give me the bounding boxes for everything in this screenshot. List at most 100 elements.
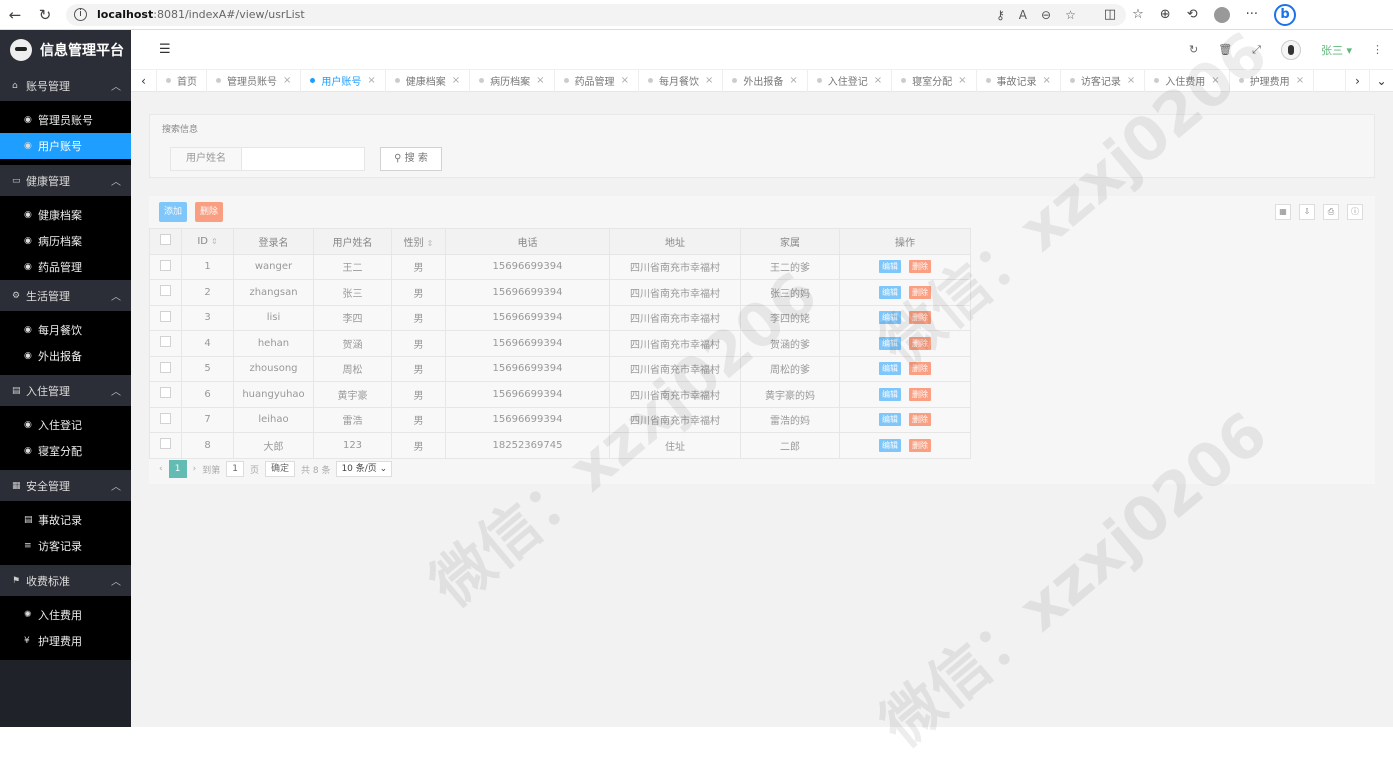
collections-icon[interactable]: ⊕: [1160, 7, 1171, 22]
search-button[interactable]: ⚲ 搜 索: [380, 147, 442, 171]
close-tab-icon[interactable]: ×: [874, 75, 882, 86]
col-gender[interactable]: 性别 ⇕: [391, 228, 446, 255]
menu-toggle-icon[interactable]: ☰: [159, 42, 171, 57]
tab-4[interactable]: 病历档案 ×: [470, 69, 555, 92]
close-tab-icon[interactable]: ×: [367, 75, 375, 86]
sidebar-item-accidents[interactable]: ▤ 事故记录: [0, 507, 131, 533]
row-delete-button[interactable]: 删除: [909, 311, 931, 325]
close-tab-icon[interactable]: ×: [452, 75, 460, 86]
row-checkbox[interactable]: [149, 304, 182, 331]
row-delete-button[interactable]: 删除: [909, 285, 931, 299]
page-size-select[interactable]: 10 条/页 ⌄: [336, 461, 393, 477]
more-icon[interactable]: ···: [1246, 7, 1258, 22]
edit-button[interactable]: 编辑: [879, 285, 901, 299]
add-button[interactable]: 添加: [159, 202, 187, 222]
row-checkbox[interactable]: [149, 330, 182, 357]
zoom-icon[interactable]: ⊖: [1041, 8, 1051, 22]
close-tab-icon[interactable]: ×: [1127, 75, 1135, 86]
sidebar-item-visitors[interactable]: ≡ 访客记录: [0, 533, 131, 559]
sidebar-item-medical-records[interactable]: ◉ 病历档案: [0, 228, 131, 254]
row-checkbox[interactable]: [149, 381, 182, 408]
username-search-input[interactable]: [241, 147, 365, 171]
info-icon[interactable]: ⓘ: [1347, 204, 1363, 220]
close-tab-icon[interactable]: ×: [536, 75, 544, 86]
sidebar-item-outing[interactable]: ◉ 外出报备: [0, 343, 131, 369]
tabs-prev-icon[interactable]: ‹: [131, 69, 157, 92]
sidebar-item-checkin-register[interactable]: ◉ 入住登记: [0, 412, 131, 438]
sidebar-group-life[interactable]: ⚙ 生活管理 ︿: [0, 280, 131, 311]
row-delete-button[interactable]: 删除: [909, 413, 931, 427]
sidebar-group-safety[interactable]: ▦ 安全管理 ︿: [0, 470, 131, 501]
tab-8[interactable]: 入住登记 ×: [808, 69, 893, 92]
sidebar-item-health-records[interactable]: ◉ 健康档案: [0, 202, 131, 228]
sidebar-item-checkin-fee[interactable]: ✺ 入住费用: [0, 602, 131, 628]
delete-button[interactable]: 删除: [195, 202, 223, 222]
edit-button[interactable]: 编辑: [879, 413, 901, 427]
close-tab-icon[interactable]: ×: [1211, 75, 1219, 86]
edit-button[interactable]: 编辑: [879, 311, 901, 325]
close-tab-icon[interactable]: ×: [789, 75, 797, 86]
favorite-icon[interactable]: ☆: [1065, 8, 1076, 22]
close-tab-icon[interactable]: ×: [283, 75, 291, 86]
goto-page-input[interactable]: 1: [226, 461, 244, 477]
tab-11[interactable]: 访客记录 ×: [1061, 69, 1146, 92]
tab-12[interactable]: 入住费用 ×: [1145, 69, 1230, 92]
close-tab-icon[interactable]: ×: [705, 75, 713, 86]
tab-2[interactable]: 用户账号 ×: [301, 69, 386, 92]
sidebar-item-user-accounts[interactable]: ◉ 用户账号: [0, 133, 131, 159]
more-vertical-icon[interactable]: ⋮: [1372, 43, 1383, 56]
col-id[interactable]: ID ⇕: [181, 228, 234, 255]
tab-0[interactable]: 首页: [157, 69, 207, 92]
page-1-button[interactable]: 1: [168, 460, 187, 478]
row-delete-button[interactable]: 删除: [909, 438, 931, 452]
site-info-icon[interactable]: i: [74, 8, 87, 21]
export-icon[interactable]: ⇩: [1299, 204, 1315, 220]
row-checkbox[interactable]: [149, 406, 182, 433]
prev-page-icon[interactable]: ‹: [159, 464, 163, 474]
edit-button[interactable]: 编辑: [879, 336, 901, 350]
row-checkbox[interactable]: [149, 355, 182, 382]
reload-icon[interactable]: ↻: [30, 6, 60, 24]
row-checkbox[interactable]: [149, 279, 182, 306]
sidebar-item-care-fee[interactable]: ¥ 护理费用: [0, 628, 131, 654]
favorites-icon[interactable]: ☆: [1132, 7, 1144, 22]
sidebar-group-checkin[interactable]: ▤ 入住管理 ︿: [0, 375, 131, 406]
trash-icon[interactable]: 🗑: [1218, 43, 1232, 56]
tab-6[interactable]: 每月餐饮 ×: [639, 69, 724, 92]
sidebar-group-health[interactable]: ▭ 健康管理 ︿: [0, 165, 131, 196]
bing-icon[interactable]: b: [1274, 3, 1297, 26]
key-icon[interactable]: ⚷: [996, 8, 1005, 22]
tab-10[interactable]: 事故记录 ×: [977, 69, 1061, 92]
sidebar-item-admin-accounts[interactable]: ◉ 管理员账号: [0, 107, 131, 133]
refresh-icon[interactable]: ↻: [1189, 43, 1198, 56]
goto-confirm-button[interactable]: 确定: [264, 461, 295, 477]
tab-7[interactable]: 外出报备 ×: [723, 69, 808, 92]
back-icon[interactable]: ←: [0, 6, 30, 24]
tab-3[interactable]: 健康档案 ×: [386, 69, 471, 92]
profile-icon[interactable]: [1213, 6, 1230, 23]
close-tab-icon[interactable]: ×: [1043, 75, 1051, 86]
tabs-next-icon[interactable]: ›: [1345, 69, 1369, 92]
row-delete-button[interactable]: 删除: [909, 336, 931, 350]
row-checkbox[interactable]: [149, 253, 182, 280]
sidebar-item-medicine[interactable]: ◉ 药品管理: [0, 254, 131, 280]
split-screen-icon[interactable]: ◫: [1104, 7, 1116, 22]
tab-1[interactable]: 管理员账号 ×: [207, 69, 302, 92]
history-icon[interactable]: ⟲: [1187, 7, 1198, 22]
tabs-menu-chevron-icon[interactable]: ⌄: [1369, 69, 1393, 92]
edit-button[interactable]: 编辑: [879, 260, 901, 274]
edit-button[interactable]: 编辑: [879, 362, 901, 376]
sidebar-group-fees[interactable]: ⚑ 收费标准 ︿: [0, 565, 131, 596]
close-tab-icon[interactable]: ×: [958, 75, 966, 86]
user-menu[interactable]: 张三 ▾: [1321, 42, 1352, 58]
edit-button[interactable]: 编辑: [879, 387, 901, 401]
next-page-icon[interactable]: ›: [193, 464, 197, 474]
select-all-checkbox[interactable]: [149, 228, 182, 255]
address-bar[interactable]: i localhost:8081/indexA#/view/usrList: [66, 3, 1126, 26]
close-tab-icon[interactable]: ×: [1296, 75, 1304, 86]
row-delete-button[interactable]: 删除: [909, 387, 931, 401]
fullscreen-icon[interactable]: ⤢: [1252, 43, 1261, 57]
sidebar-item-dorm-assign[interactable]: ◉ 寝室分配: [0, 438, 131, 464]
avatar[interactable]: [1280, 39, 1301, 60]
tab-5[interactable]: 药品管理 ×: [555, 69, 639, 92]
